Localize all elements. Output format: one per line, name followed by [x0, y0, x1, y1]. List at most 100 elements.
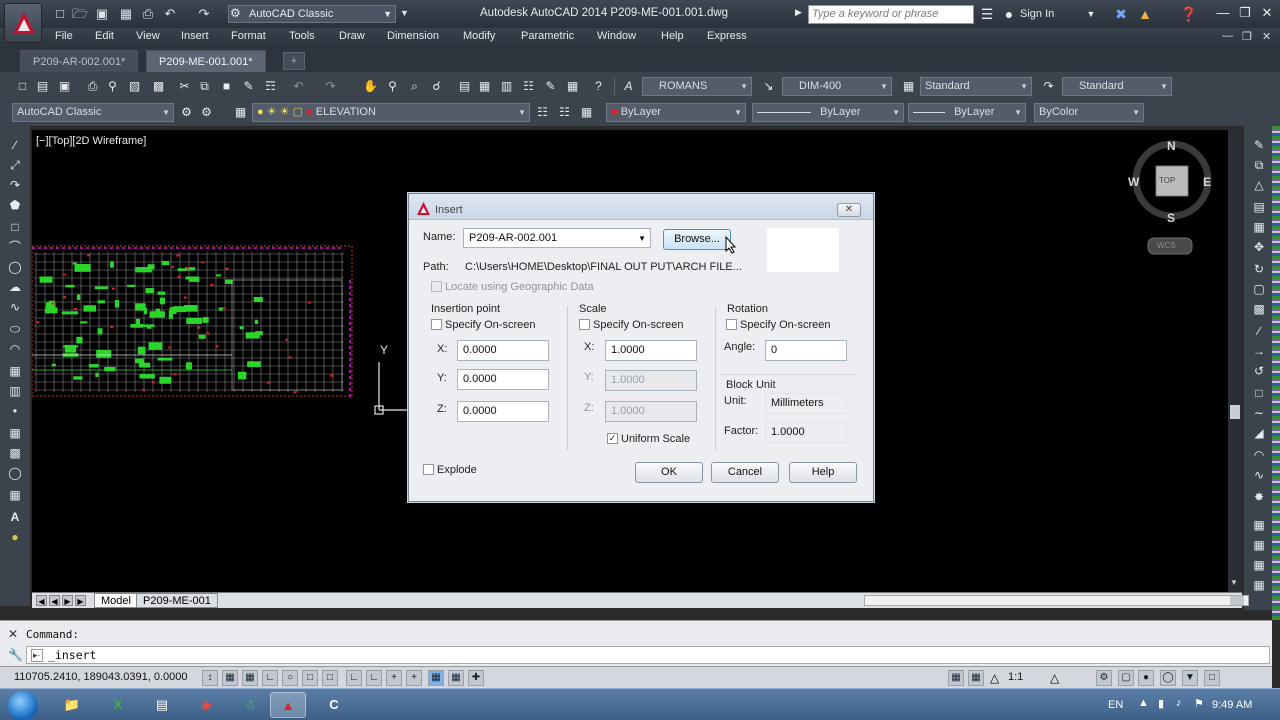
volume-icon[interactable]: ♪	[1176, 697, 1182, 709]
compass-east[interactable]: E	[1203, 175, 1211, 189]
open-icon[interactable]: 🗁	[72, 6, 88, 22]
save-icon[interactable]: ▣	[56, 78, 73, 95]
stretch-icon[interactable]: ▩	[1250, 300, 1268, 318]
plot-style-dropdown[interactable]: ByColor ▼	[1034, 103, 1144, 122]
annotation-scale-value[interactable]: 1:1	[1008, 671, 1023, 683]
autodesk-360-icon[interactable]: ▲	[1136, 6, 1154, 22]
chevron-right-icon[interactable]: ▶	[795, 7, 802, 18]
line-icon[interactable]: ∕	[6, 136, 24, 154]
join-icon[interactable]: ∼	[1250, 404, 1268, 422]
customize-icon[interactable]: ⚙	[198, 104, 215, 121]
annotation-visibility-icon[interactable]: △	[1050, 671, 1059, 685]
new-icon[interactable]: □	[52, 6, 68, 22]
viewcube-top-face[interactable]: TOP	[1159, 176, 1175, 185]
text-style-icon[interactable]: A	[620, 78, 637, 95]
workspace-switching-icon[interactable]: ⚙	[1096, 670, 1112, 686]
copy-icon[interactable]: ⧉	[1250, 156, 1268, 174]
save-icon[interactable]: ▣	[94, 6, 110, 22]
uniform-scale-checkbox[interactable]: ✓	[607, 433, 618, 444]
dim-style-dropdown[interactable]: DIM-400 ▼	[782, 77, 892, 96]
rectangle-icon[interactable]: □	[6, 218, 24, 236]
close-icon[interactable]: ✕	[1256, 4, 1278, 22]
close-icon[interactable]: ✕	[837, 203, 861, 217]
ok-button[interactable]: OK	[635, 462, 703, 483]
explorer-icon[interactable]: 📁	[54, 692, 90, 718]
object-snap-tracking-icon[interactable]: ∟	[346, 670, 362, 686]
matchprop-icon[interactable]: ✎	[240, 78, 257, 95]
menu-view[interactable]: View	[136, 30, 160, 42]
revcloud-icon[interactable]: ☁	[6, 278, 24, 296]
mtext-icon[interactable]: A	[6, 508, 24, 526]
3d-print-icon[interactable]: ▩	[150, 78, 167, 95]
last-layout-icon[interactable]: ▶	[75, 595, 86, 606]
layer-previous-icon[interactable]: ☷	[556, 104, 573, 121]
chevron-down-icon[interactable]: ▼	[1082, 6, 1100, 22]
plot-preview-icon[interactable]: ⚲	[104, 78, 121, 95]
draworder-above-icon[interactable]: ▦	[1250, 576, 1268, 594]
table-style-dropdown[interactable]: Standard ▼	[920, 77, 1032, 96]
design-center-icon[interactable]: ▦	[476, 78, 493, 95]
layer-dropdown[interactable]: ● ☀ ☀ ▢ ■ ELEVATION ▼	[252, 103, 530, 122]
mirror-icon[interactable]: △	[1250, 176, 1268, 194]
excel-icon[interactable]: X	[100, 692, 136, 718]
menu-format[interactable]: Format	[231, 30, 266, 42]
ellipse-icon[interactable]: ⬭	[6, 320, 24, 338]
quick-access-menu-icon[interactable]: ▼	[400, 8, 409, 18]
menu-parametric[interactable]: Parametric	[521, 30, 574, 42]
dialog-title-bar[interactable]: Insert ✕	[409, 194, 873, 220]
spline-icon[interactable]: ∿	[6, 298, 24, 316]
first-layout-icon[interactable]: ◀	[36, 595, 47, 606]
menu-help[interactable]: Help	[661, 30, 684, 42]
insertion-y-input[interactable]: 0.0000	[457, 369, 549, 390]
language-indicator[interactable]: EN	[1108, 699, 1123, 711]
file-tab-me[interactable]: P209-ME-001.001*	[146, 50, 266, 72]
plot-icon[interactable]: ⎙	[84, 78, 101, 95]
chamfer-icon[interactable]: ◢	[1250, 424, 1268, 442]
help-icon[interactable]: ❓	[1180, 6, 1198, 22]
lock-ui-icon[interactable]: ▢	[1118, 670, 1134, 686]
redo-icon[interactable]: ↷	[322, 78, 339, 95]
scale-specify-checkbox[interactable]	[579, 319, 590, 330]
draworder-back-icon[interactable]: ▦	[1250, 556, 1268, 574]
blend-icon[interactable]: ∿	[1250, 466, 1268, 484]
horizontal-scrollbar[interactable]	[864, 595, 1249, 606]
properties-icon[interactable]: ▤	[456, 78, 473, 95]
geographic-data-checkbox[interactable]	[431, 281, 442, 292]
vertical-scrollbar[interactable]: ▼	[1228, 130, 1242, 592]
menu-tools[interactable]: Tools	[289, 30, 315, 42]
clean-screen-icon[interactable]: □	[1204, 670, 1220, 686]
user-icon[interactable]: ●	[1000, 6, 1018, 22]
draworder-front-icon[interactable]: ▦	[1250, 536, 1268, 554]
application-menu-button[interactable]	[4, 3, 42, 43]
block-editor-icon[interactable]: ☶	[262, 78, 279, 95]
copy-icon[interactable]: ⧉	[196, 78, 213, 95]
scale-x-input[interactable]: 1.0000	[605, 340, 697, 361]
menu-dimension[interactable]: Dimension	[387, 30, 439, 42]
polar-tracking-icon[interactable]: ○	[282, 670, 298, 686]
move-icon[interactable]: ✥	[1250, 238, 1268, 256]
insertion-specify-checkbox[interactable]	[431, 319, 442, 330]
network-icon[interactable]: ▮	[1158, 697, 1164, 710]
layout-tab-me[interactable]: P209-ME-001	[136, 593, 218, 608]
insert-block-icon[interactable]: ▦	[6, 362, 24, 380]
multileader-style-icon[interactable]: ↷	[1040, 78, 1057, 95]
menu-modify[interactable]: Modify	[463, 30, 495, 42]
layer-properties-icon[interactable]: ▦	[232, 104, 249, 121]
help-icon[interactable]: ?	[590, 78, 607, 95]
menu-file[interactable]: File	[55, 30, 73, 42]
lineweight-icon[interactable]: +	[406, 670, 422, 686]
fillet-icon[interactable]: ◠	[1250, 446, 1268, 464]
angle-input[interactable]: 0	[765, 340, 847, 361]
make-block-icon[interactable]: ▥	[6, 382, 24, 400]
add-selected-icon[interactable]: ●	[6, 528, 24, 546]
table-icon[interactable]: ▦	[6, 486, 24, 504]
menu-edit[interactable]: Edit	[95, 30, 114, 42]
insertion-z-input[interactable]: 0.0000	[457, 401, 549, 422]
break-icon[interactable]: □	[1250, 384, 1268, 402]
cut-icon[interactable]: ✂	[176, 78, 193, 95]
zoom-realtime-icon[interactable]: ⚲	[384, 78, 401, 95]
object-snap-icon[interactable]: □	[302, 670, 318, 686]
gradient-icon[interactable]: ▩	[6, 444, 24, 462]
scrollbar-thumb[interactable]	[1230, 405, 1240, 419]
mdi-close-icon[interactable]: ✕	[1262, 30, 1271, 43]
